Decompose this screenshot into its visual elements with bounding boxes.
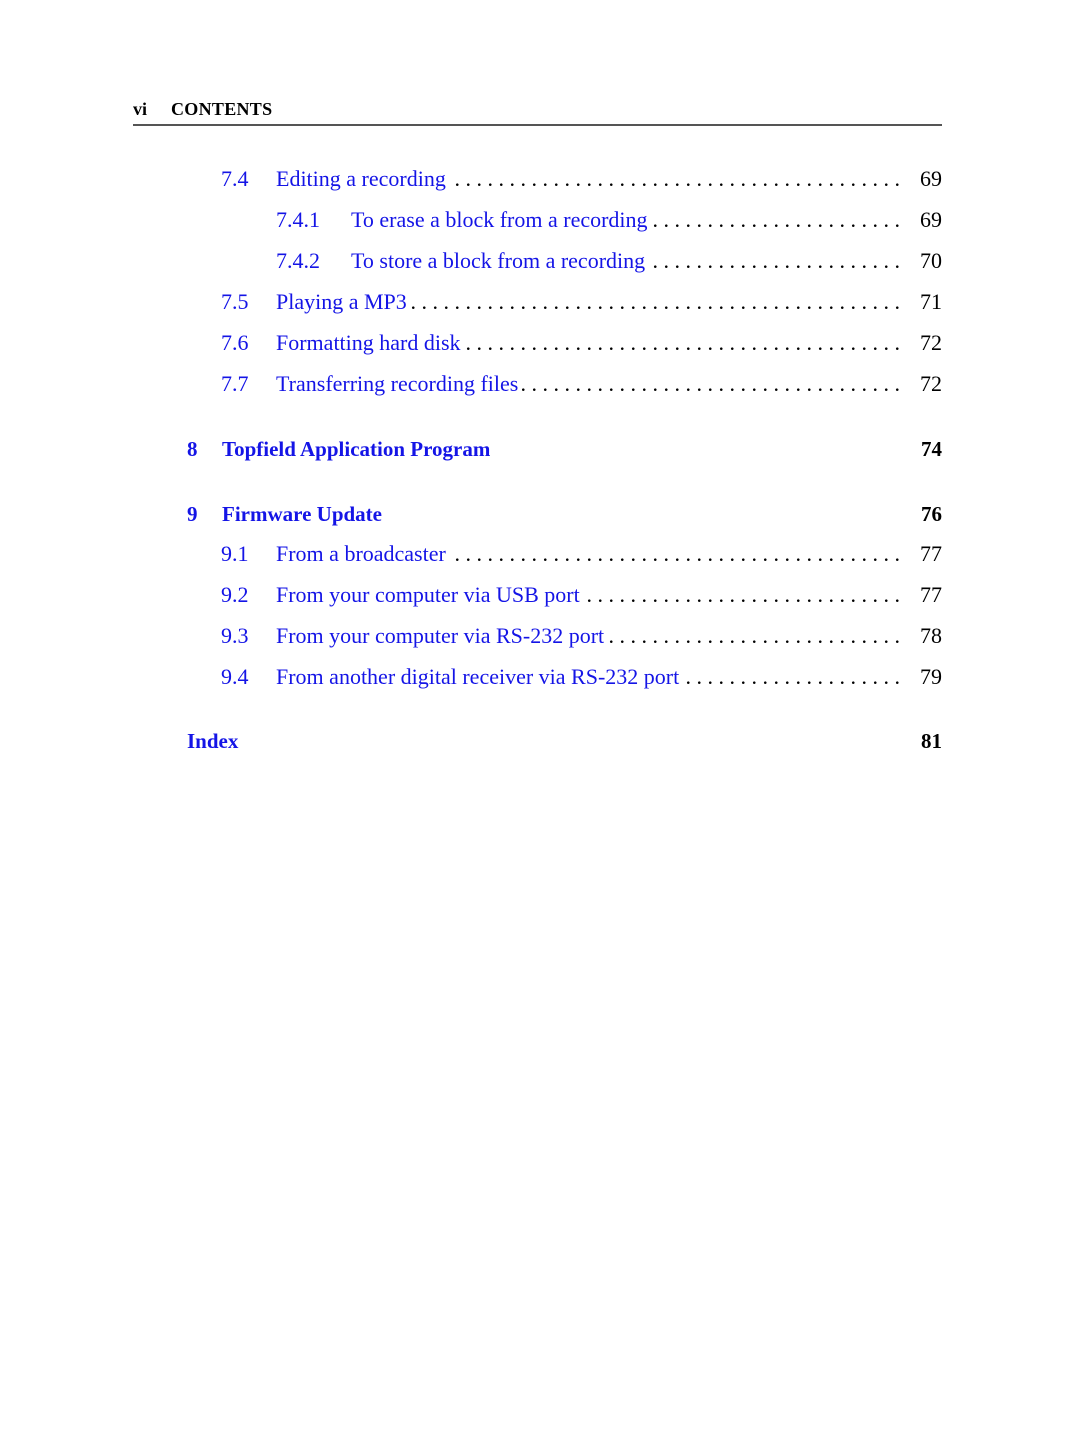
toc-entry-section[interactable]: 7.5 Playing a MP3 . . . . . . . . . . . … <box>0 289 1080 319</box>
toc-entry-page[interactable]: 71 <box>902 289 942 315</box>
toc-entry-number[interactable]: 7.4.2 <box>276 248 320 274</box>
toc-entry-section[interactable]: 9.2 From your computer via USB port . . … <box>0 582 1080 612</box>
toc-entry-subsection[interactable]: 7.4.2 To store a block from a recording … <box>0 248 1080 278</box>
toc-entry-subsection[interactable]: 7.4.1 To erase a block from a recording … <box>0 207 1080 237</box>
toc-entry-section[interactable]: 7.4 Editing a recording . . . . . . . . … <box>0 166 1080 196</box>
toc-entry-title[interactable]: From another digital receiver via RS-232… <box>276 664 684 690</box>
toc-entry-page[interactable]: 77 <box>902 541 942 567</box>
toc-entry-title[interactable]: Playing a MP3 <box>276 289 411 315</box>
toc-entry-page[interactable]: 81 <box>902 729 942 754</box>
toc-entry-page[interactable]: 79 <box>902 664 942 690</box>
header-page-number: vi <box>133 99 148 119</box>
toc-entry-section[interactable]: 7.7 Transferring recording files . . . .… <box>0 371 1080 401</box>
toc-entry-title[interactable]: Transferring recording files <box>276 371 523 397</box>
toc-entry-page[interactable]: 69 <box>902 166 942 192</box>
toc-entry-number[interactable]: 7.4 <box>221 166 249 192</box>
toc-entry-page[interactable]: 78 <box>902 623 942 649</box>
toc-entry-section[interactable]: 9.1 From a broadcaster . . . . . . . . .… <box>0 541 1080 571</box>
toc-entry-title[interactable]: Formatting hard disk <box>276 330 465 356</box>
toc-entry-page[interactable]: 77 <box>902 582 942 608</box>
toc-entry-title[interactable]: To store a block from a recording <box>351 248 650 274</box>
toc-entry-page[interactable]: 76 <box>902 502 942 527</box>
toc-entry-title[interactable]: Editing a recording <box>276 166 450 192</box>
toc-entry-title[interactable]: Topfield Application Program <box>222 437 495 462</box>
toc-entry-index[interactable]: Index 81 <box>0 729 1080 759</box>
toc-entry-section[interactable]: 9.4 From another digital receiver via RS… <box>0 664 1080 694</box>
toc-entry-number[interactable]: 7.5 <box>221 289 249 315</box>
toc-entry-title[interactable]: Index <box>187 729 243 754</box>
toc-entry-chapter[interactable]: 9 Firmware Update 76 <box>0 502 1080 532</box>
toc-entry-section[interactable]: 9.3 From your computer via RS-232 port .… <box>0 623 1080 653</box>
toc-entry-number[interactable]: 8 <box>187 437 198 462</box>
toc-entry-page[interactable]: 72 <box>902 371 942 397</box>
toc-entry-section[interactable]: 7.6 Formatting hard disk . . . . . . . .… <box>0 330 1080 360</box>
toc-entry-title[interactable]: From your computer via RS-232 port <box>276 623 609 649</box>
toc-entry-number[interactable]: 7.6 <box>221 330 249 356</box>
toc-entry-title[interactable]: From your computer via USB port <box>276 582 584 608</box>
toc-entry-number[interactable]: 7.7 <box>221 371 249 397</box>
toc-entry-page[interactable]: 69 <box>902 207 942 233</box>
toc-entry-page[interactable]: 70 <box>902 248 942 274</box>
toc-entry-number[interactable]: 9.1 <box>221 541 249 567</box>
toc-entry-number[interactable]: 9 <box>187 502 198 527</box>
toc-entry-title[interactable]: Firmware Update <box>222 502 386 527</box>
toc-entry-number[interactable]: 9.2 <box>221 582 249 608</box>
toc-entry-title[interactable]: From a broadcaster <box>276 541 450 567</box>
toc-entry-title[interactable]: To erase a block from a recording <box>351 207 652 233</box>
toc-entry-page[interactable]: 72 <box>902 330 942 356</box>
toc-entry-page[interactable]: 74 <box>902 437 942 462</box>
toc-entry-chapter[interactable]: 8 Topfield Application Program 74 <box>0 437 1080 467</box>
running-header: vi CONTENTS <box>133 98 942 126</box>
toc-entry-number[interactable]: 7.4.1 <box>276 207 320 233</box>
header-title: CONTENTS <box>171 99 273 119</box>
toc-entry-number[interactable]: 9.4 <box>221 664 249 690</box>
toc-entry-number[interactable]: 9.3 <box>221 623 249 649</box>
